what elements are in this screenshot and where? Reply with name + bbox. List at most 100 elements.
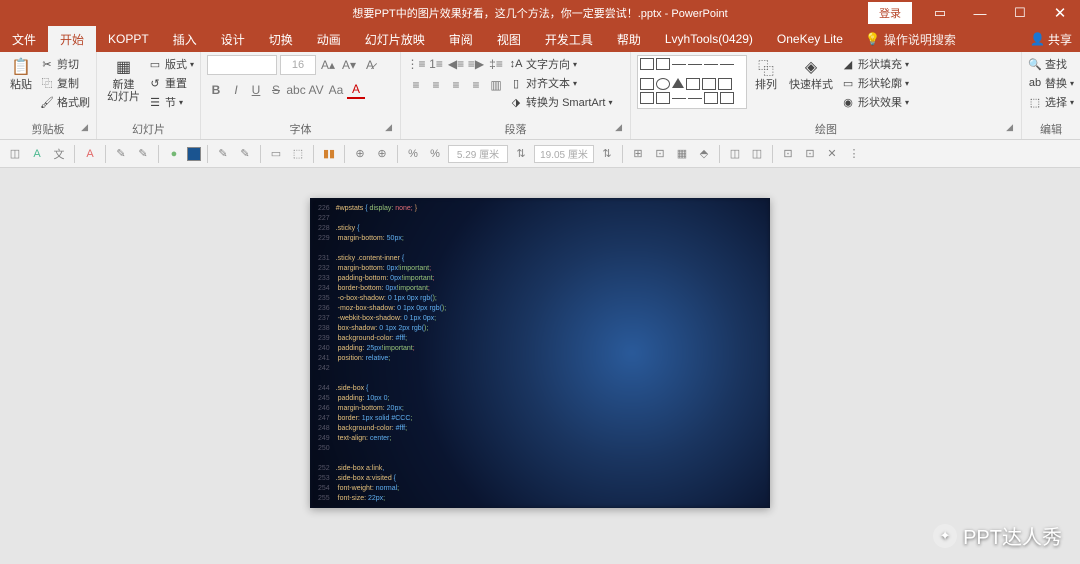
increase-font-icon[interactable]: A▴ (319, 56, 337, 74)
tab-developer[interactable]: 开发工具 (533, 26, 605, 52)
tab-koppt[interactable]: KOPPT (96, 26, 161, 52)
select-button[interactable]: ⬚选择▾ (1028, 93, 1074, 111)
tool-icon[interactable]: A (81, 145, 99, 163)
align-left-button[interactable]: ≡ (407, 76, 425, 94)
dialog-launcher-icon[interactable]: ◢ (81, 122, 88, 133)
quick-styles-button[interactable]: ◈快速样式 (785, 55, 837, 119)
tool-icon[interactable]: ⊞ (629, 145, 647, 163)
close-icon[interactable]: ✕ (1040, 0, 1080, 26)
cut-button[interactable]: ✂剪切 (40, 55, 90, 73)
format-painter-button[interactable]: 🖌格式刷 (40, 93, 90, 111)
section-button[interactable]: ☰节▾ (148, 93, 194, 111)
height-input[interactable]: 5.29 厘米 (448, 145, 508, 163)
tool-icon[interactable]: ✎ (214, 145, 232, 163)
tab-animations[interactable]: 动画 (305, 26, 353, 52)
tab-slideshow[interactable]: 幻灯片放映 (353, 26, 437, 52)
slide-edit-area[interactable]: 226#wpstats { display: none; }227228.sti… (0, 168, 1080, 564)
eyedropper-icon[interactable]: ✎ (134, 145, 152, 163)
strikethrough-button[interactable]: S (267, 81, 285, 99)
login-button[interactable]: 登录 (868, 2, 912, 24)
align-text-button[interactable]: ▯对齐文本▾ (509, 74, 612, 92)
tool-icon[interactable]: A (28, 145, 46, 163)
font-name-select[interactable] (207, 55, 277, 75)
tool-icon[interactable]: ⬚ (289, 145, 307, 163)
clear-format-icon[interactable]: A̷ (361, 56, 379, 74)
tab-review[interactable]: 审阅 (437, 26, 485, 52)
dialog-launcher-icon[interactable]: ◢ (1006, 122, 1013, 133)
tab-home[interactable]: 开始 (48, 26, 96, 52)
tab-lvyhtools[interactable]: LvyhTools(0429) (653, 26, 765, 52)
justify-button[interactable]: ≡ (467, 76, 485, 94)
tool-icon[interactable]: ✕ (823, 145, 841, 163)
layout-button[interactable]: ▭版式▾ (148, 55, 194, 73)
smartart-button[interactable]: ⬗转换为 SmartArt▾ (509, 93, 612, 111)
slide-image[interactable]: 226#wpstats { display: none; }227228.sti… (310, 198, 770, 508)
bullets-button[interactable]: ⋮≡ (407, 55, 425, 73)
underline-button[interactable]: U (247, 81, 265, 99)
tab-help[interactable]: 帮助 (605, 26, 653, 52)
copy-button[interactable]: ⿻复制 (40, 74, 90, 92)
decrease-font-icon[interactable]: A▾ (340, 56, 358, 74)
font-size-select[interactable]: 16 (280, 55, 316, 75)
tool-icon[interactable]: ⋮ (845, 145, 863, 163)
replace-button[interactable]: ab替换▾ (1028, 74, 1074, 92)
shadow-button[interactable]: abc (287, 81, 305, 99)
tell-me-search[interactable]: 💡操作说明搜索 (855, 31, 966, 48)
tool-icon[interactable]: ⊡ (651, 145, 669, 163)
line-spacing-button[interactable]: ‡≡ (487, 55, 505, 73)
change-case-button[interactable]: Aa (327, 81, 345, 99)
tool-icon[interactable]: ▦ (673, 145, 691, 163)
tab-view[interactable]: 视图 (485, 26, 533, 52)
tool-icon[interactable]: ⊡ (801, 145, 819, 163)
tab-transitions[interactable]: 切换 (257, 26, 305, 52)
dialog-launcher-icon[interactable]: ◢ (385, 122, 392, 133)
reset-button[interactable]: ↺重置 (148, 74, 194, 92)
ribbon-display-icon[interactable]: ▭ (920, 0, 960, 26)
color-swatch[interactable] (187, 147, 201, 161)
tab-onekey[interactable]: OneKey Lite (765, 26, 855, 52)
tool-icon[interactable]: ◫ (748, 145, 766, 163)
tool-icon[interactable]: ✎ (236, 145, 254, 163)
text-direction-button[interactable]: ↕A文字方向▾ (509, 55, 612, 73)
share-button[interactable]: 👤共享 (1022, 31, 1080, 48)
find-button[interactable]: 🔍查找 (1028, 55, 1074, 73)
tool-icon[interactable]: ⊕ (373, 145, 391, 163)
char-spacing-button[interactable]: AV (307, 81, 325, 99)
tab-file[interactable]: 文件 (0, 26, 48, 52)
tool-icon[interactable]: ⊡ (779, 145, 797, 163)
tool-icon[interactable]: ◫ (6, 145, 24, 163)
numbering-button[interactable]: 1≡ (427, 55, 445, 73)
columns-button[interactable]: ▥ (487, 76, 505, 94)
tool-icon[interactable]: % (404, 145, 422, 163)
tool-icon[interactable]: ● (165, 145, 183, 163)
tool-icon[interactable]: ◫ (726, 145, 744, 163)
tool-icon[interactable]: 文 (50, 145, 68, 163)
arrange-button[interactable]: ⿻排列 (751, 55, 781, 119)
tab-design[interactable]: 设计 (209, 26, 257, 52)
shape-fill-button[interactable]: ◢形状填充▾ (841, 55, 909, 73)
tool-icon[interactable]: ▭ (267, 145, 285, 163)
increase-indent-button[interactable]: ≡▶ (467, 55, 485, 73)
align-center-button[interactable]: ≡ (427, 76, 445, 94)
shape-effects-button[interactable]: ◉形状效果▾ (841, 93, 909, 111)
tab-insert[interactable]: 插入 (161, 26, 209, 52)
align-right-button[interactable]: ≡ (447, 76, 465, 94)
tool-icon[interactable]: ⬘ (695, 145, 713, 163)
italic-button[interactable]: I (227, 81, 245, 99)
chart-icon[interactable]: ▮▮ (320, 145, 338, 163)
tool-icon[interactable]: % (426, 145, 444, 163)
shape-outline-button[interactable]: ▭形状轮廓▾ (841, 74, 909, 92)
font-color-button[interactable]: A (347, 81, 365, 99)
minimize-icon[interactable]: — (960, 0, 1000, 26)
tool-icon[interactable]: ⊕ (351, 145, 369, 163)
paste-button[interactable]: 📋粘贴 (6, 55, 36, 119)
maximize-icon[interactable]: ☐ (1000, 0, 1040, 26)
stepper-icon[interactable]: ⇅ (598, 145, 616, 163)
dialog-launcher-icon[interactable]: ◢ (615, 122, 622, 133)
bold-button[interactable]: B (207, 81, 225, 99)
new-slide-button[interactable]: ▦新建 幻灯片 (103, 55, 144, 119)
shapes-gallery[interactable] (637, 55, 747, 109)
eyedropper-icon[interactable]: ✎ (112, 145, 130, 163)
decrease-indent-button[interactable]: ◀≡ (447, 55, 465, 73)
stepper-icon[interactable]: ⇅ (512, 145, 530, 163)
